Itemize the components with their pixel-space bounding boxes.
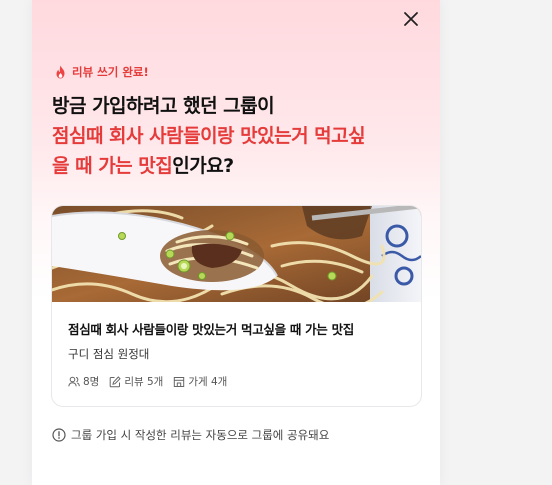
review-complete-badge: 리뷰 쓰기 완료! (54, 64, 149, 80)
headline-highlight-line-3: 을 때 가는 맛집 (52, 155, 173, 177)
group-stats: 8명 리뷰 5개 가게 4개 (68, 374, 227, 389)
close-icon[interactable] (402, 10, 420, 28)
members-count: 8명 (83, 376, 100, 388)
stat-members: 8명 (68, 374, 99, 389)
stores-count: 가게 4개 (188, 376, 228, 388)
fire-icon (56, 65, 65, 79)
store-icon (174, 376, 185, 387)
stat-reviews: 리뷰 5개 (109, 374, 163, 389)
info-icon (52, 428, 66, 442)
badge-text: 리뷰 쓰기 완료! (72, 65, 149, 79)
members-icon (68, 376, 80, 387)
stat-stores: 가게 4개 (173, 374, 227, 389)
group-title: 점심때 회사 사람들이랑 맛있는거 먹고싶을 때 가는 맛집 (68, 322, 354, 337)
edit-icon (110, 375, 122, 387)
share-notice: 그룹 가입 시 작성한 리뷰는 자동으로 그룹에 공유돼요 (52, 427, 329, 443)
group-subtitle: 구디 점심 원정대 (68, 347, 150, 361)
notice-text: 그룹 가입 시 작성한 리뷰는 자동으로 그룹에 공유돼요 (71, 428, 330, 442)
headline-line-1: 방금 가입하려고 했던 그룹이 (52, 95, 275, 117)
headline-highlight-line-2: 점심때 회사 사람들이랑 맛있는거 먹고싶 (52, 125, 366, 147)
headline-suffix: 인가요? (172, 155, 234, 177)
headline: 방금 가입하려고 했던 그룹이 점심때 회사 사람들이랑 맛있는거 먹고싶 을 … (52, 91, 424, 181)
noodle-soup-photo (52, 206, 421, 302)
review-complete-modal: 리뷰 쓰기 완료! 방금 가입하려고 했던 그룹이 점심때 회사 사람들이랑 맛… (32, 0, 440, 485)
reviews-count: 리뷰 5개 (124, 376, 164, 388)
group-card[interactable]: 점심때 회사 사람들이랑 맛있는거 먹고싶을 때 가는 맛집 구디 점심 원정대… (51, 205, 422, 407)
